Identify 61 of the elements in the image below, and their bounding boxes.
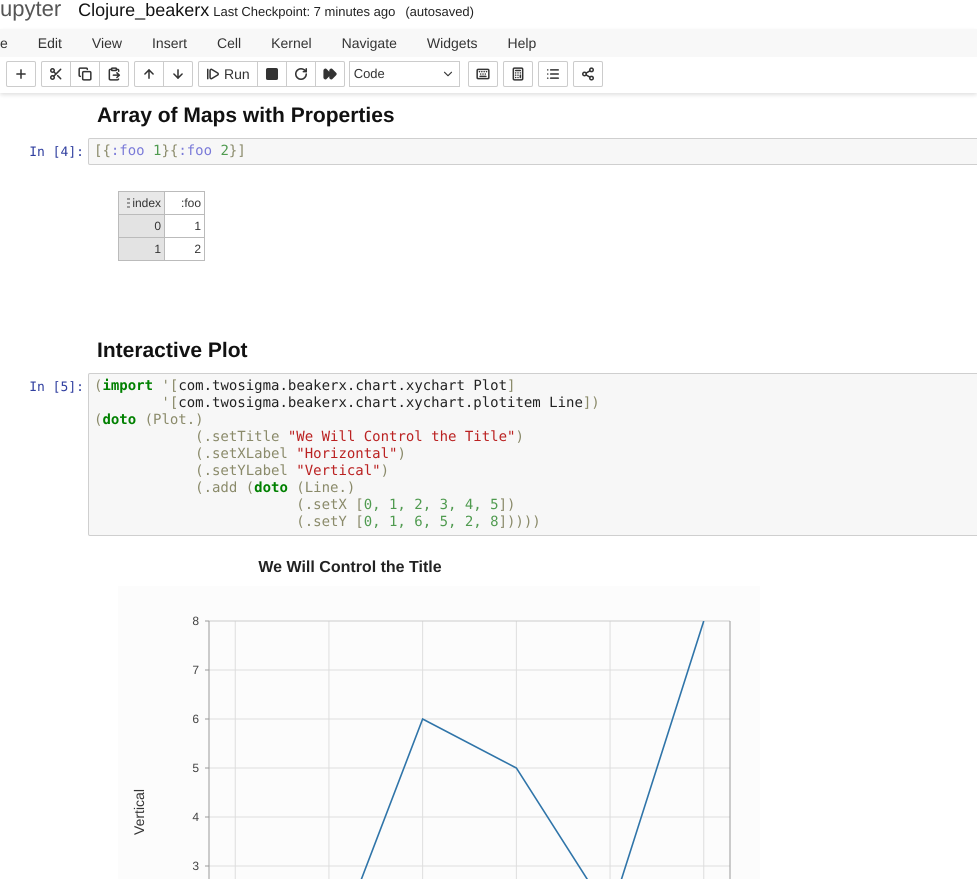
checkpoint-text: Last Checkpoint: 7 minutes ago (213, 3, 396, 21)
column-header[interactable]: index (118, 192, 164, 214)
run-all-button[interactable] (314, 61, 345, 87)
plus-icon (14, 67, 28, 81)
y-tick-label: 5 (192, 761, 199, 775)
run-button[interactable]: Run (198, 61, 258, 87)
paste-button[interactable] (99, 61, 129, 87)
y-axis-label: Vertical (131, 789, 147, 835)
calculator-icon (510, 67, 525, 81)
menu-item[interactable]: View (92, 32, 122, 54)
copy-button[interactable] (70, 61, 100, 87)
column-header[interactable]: :foo (164, 192, 204, 214)
keyboard-icon (476, 67, 490, 81)
menu-item[interactable]: Kernel (271, 32, 312, 54)
list-button[interactable] (538, 61, 568, 87)
menu-item[interactable]: Navigate (342, 32, 397, 54)
input-prompt: In [4]: (28, 144, 85, 162)
move-up-button[interactable] (134, 61, 164, 87)
section-heading: Interactive Plot (96, 338, 249, 364)
restart-button[interactable] (286, 61, 316, 87)
menu-item[interactable]: Widgets (426, 32, 478, 54)
y-tick-label: 8 (192, 614, 199, 628)
code-input[interactable]: (import '[com.twosigma.beakerx.chart.xychart Plot] '[com.twosigma.beakerx.chart.xychart.plotitem Line]) (doto (Plot.) (.setTitle "We Will Control the Title") (.setXLabel "Horizontal") (.setYLabel "Vertical") (.add (doto (Line.) (.setX [0, 1, 2, 3, 4, 5]) (.setY [0, 1, 6, 5, 2, 8])))) (88, 373, 977, 536)
stop-icon (264, 67, 279, 81)
move-down-button[interactable] (163, 61, 193, 87)
add-button[interactable] (6, 61, 36, 87)
keyboard-button[interactable] (468, 61, 498, 87)
y-tick-label: 6 (192, 712, 199, 726)
share-icon (580, 67, 595, 81)
fast-forward-icon (322, 67, 337, 81)
cell-type-select[interactable]: Code (348, 61, 460, 87)
logo-text[interactable]: upyter (0, 0, 62, 22)
y-tick-label: 7 (192, 663, 199, 677)
menu-item[interactable]: Insert (152, 32, 188, 54)
list-icon (546, 67, 560, 81)
code-input[interactable]: [{:foo 1}{:foo 2}] (88, 138, 977, 165)
stop-button[interactable] (256, 61, 287, 87)
refresh-icon (294, 67, 308, 81)
notebook-name[interactable]: Clojure_beakerx (78, 0, 210, 24)
chart-title: We Will Control the Title (257, 558, 443, 578)
step-forward-icon (206, 67, 220, 81)
menu-item[interactable]: Edit (38, 32, 62, 54)
section-heading: Array of Maps with Properties (96, 103, 396, 130)
y-tick-label: 3 (192, 859, 199, 873)
table-cell: 1 (118, 238, 164, 260)
grip-icon (127, 198, 130, 208)
share-button[interactable] (572, 61, 603, 87)
copy-icon (78, 67, 92, 81)
table-cell: 0 (118, 214, 164, 238)
y-tick-label: 4 (192, 810, 199, 824)
scissors-icon (49, 67, 63, 81)
table-cell: 1 (164, 214, 204, 238)
autosave-status: (autosaved) (405, 3, 474, 21)
calculator-button[interactable] (502, 61, 533, 87)
cut-button[interactable] (41, 61, 71, 87)
menu-item[interactable]: e (0, 32, 8, 54)
clipboard-icon (107, 67, 121, 81)
menu-item[interactable]: Help (507, 32, 536, 54)
table-cell: 2 (164, 238, 204, 260)
input-prompt: In [5]: (28, 379, 85, 397)
menu-item[interactable]: Cell (217, 32, 242, 54)
